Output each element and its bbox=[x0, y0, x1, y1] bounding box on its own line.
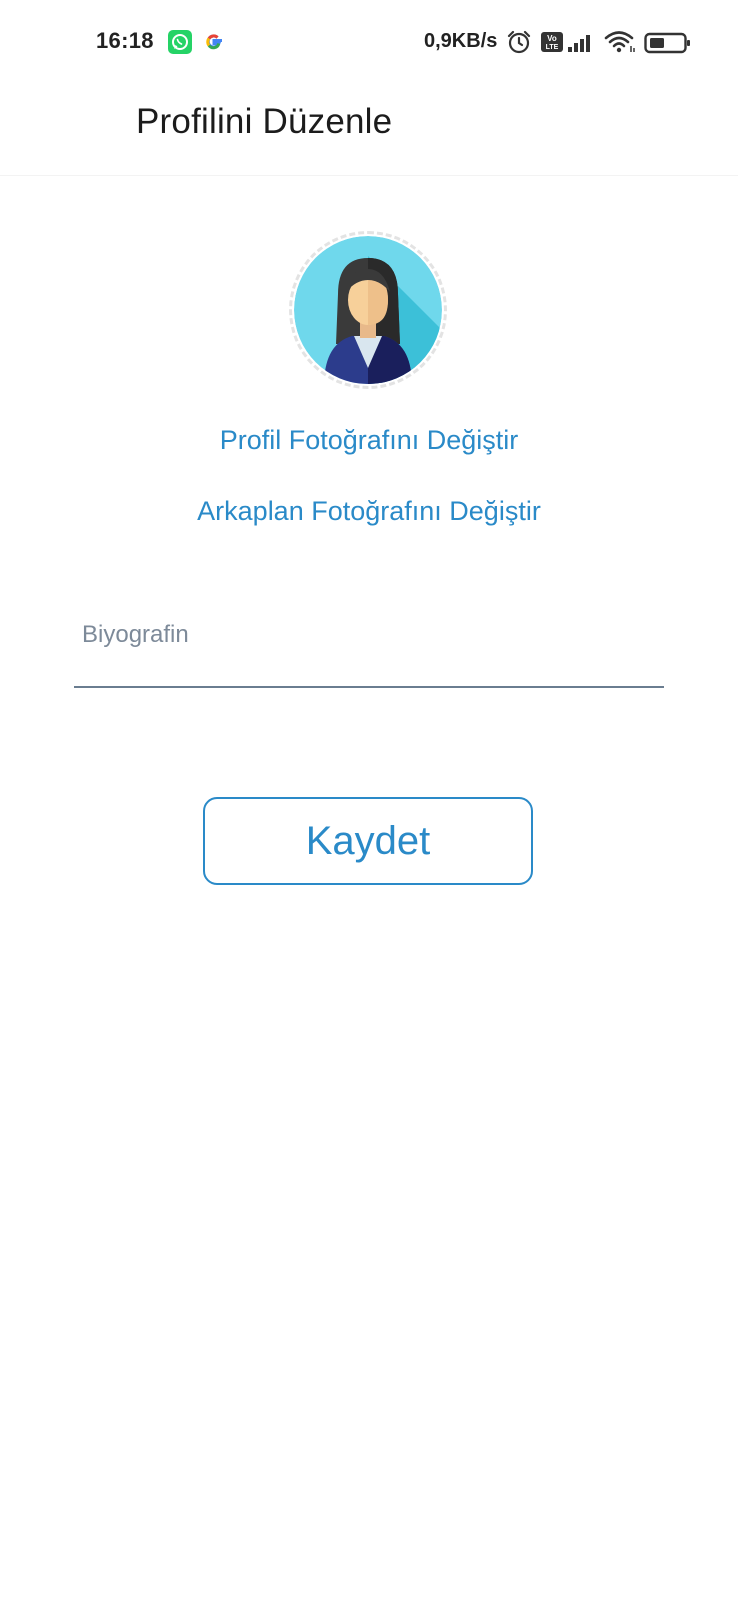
change-background-photo-link[interactable]: Arkaplan Fotoğrafını Değiştir bbox=[0, 496, 738, 527]
avatar[interactable] bbox=[289, 231, 447, 389]
save-button[interactable]: Kaydet bbox=[203, 797, 533, 885]
google-icon bbox=[202, 30, 226, 54]
wifi-icon bbox=[604, 29, 636, 55]
status-time: 16:18 bbox=[96, 28, 154, 53]
signal-icon bbox=[566, 30, 596, 54]
svg-text:Vo: Vo bbox=[547, 34, 557, 43]
female-avatar-icon bbox=[294, 236, 442, 384]
whatsapp-icon bbox=[168, 30, 192, 54]
svg-text:LTE: LTE bbox=[546, 44, 559, 51]
battery-icon bbox=[644, 32, 692, 54]
alarm-icon bbox=[506, 29, 532, 55]
bio-field bbox=[74, 612, 664, 688]
app-bar: Profilini Düzenle bbox=[0, 86, 738, 176]
bio-input[interactable] bbox=[82, 614, 652, 656]
volte-icon: Vo LTE bbox=[540, 31, 564, 53]
network-speed: 0,9KB/s bbox=[424, 30, 498, 52]
status-bar: 16:18 0,9KB/s Vo LTE bbox=[0, 0, 738, 86]
change-profile-photo-link[interactable]: Profil Fotoğrafını Değiştir bbox=[0, 425, 738, 456]
page-title: Profilini Düzenle bbox=[136, 102, 393, 141]
